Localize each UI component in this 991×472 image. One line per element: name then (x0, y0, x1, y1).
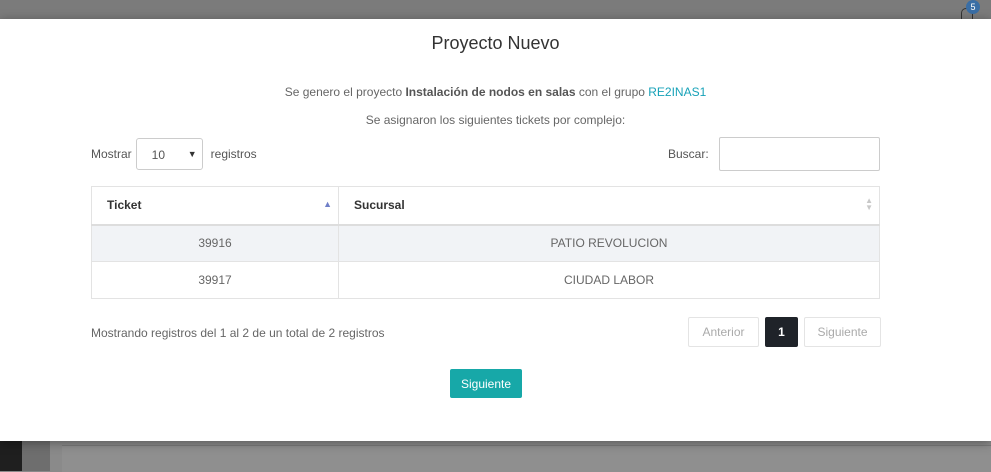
table-row: 39916 PATIO REVOLUCION (91, 224, 880, 262)
project-name: Instalación de nodos en salas (405, 85, 576, 99)
tickets-table: Ticket ▲ Sucursal ▲ ▼ 39916 PATIO REVOLUC… (91, 186, 880, 299)
column-label-ticket: Ticket (107, 198, 142, 213)
project-info: Se genero el proyecto Instalación de nod… (0, 85, 991, 99)
background-topbar (0, 0, 991, 19)
project-info-prefix: Se genero el proyecto (284, 85, 406, 99)
table-row: 39917 CIUDAD LABOR (91, 261, 880, 299)
sort-ascending-icon: ▲ (323, 199, 332, 209)
tickets-note: Se asignaron los siguientes tickets por … (365, 113, 626, 127)
length-label-before: Mostrar (91, 147, 132, 161)
project-info-mid: con el grupo (575, 85, 649, 99)
chevron-down-icon: ▼ (187, 149, 197, 159)
next-page-button[interactable]: Siguiente (804, 317, 881, 347)
group-name: RE2INAS1 (648, 85, 707, 99)
branch-cell: CIUDAD LABOR (338, 261, 880, 299)
notification-bell[interactable]: 5 (961, 0, 980, 20)
column-label-sucursal: Sucursal (354, 198, 405, 213)
background-panel (62, 445, 991, 472)
page-length-select[interactable]: 10 ▼ (135, 138, 203, 170)
search-control: Buscar: (668, 137, 880, 171)
new-project-modal: Proyecto Nuevo Se genero el proyecto Ins… (0, 19, 991, 441)
column-header-sucursal[interactable]: Sucursal ▲ ▼ (338, 186, 880, 226)
previous-page-button[interactable]: Anterior (688, 317, 759, 347)
ticket-cell: 39917 (91, 261, 339, 299)
modal-title: Proyecto Nuevo (431, 33, 560, 53)
page-1-button[interactable]: 1 (765, 317, 798, 347)
search-input[interactable] (718, 137, 880, 171)
length-label-after: registros (210, 147, 257, 161)
next-step-button[interactable]: Siguiente (450, 369, 522, 398)
ticket-cell: 39916 (91, 224, 339, 262)
notification-badge: 5 (966, 0, 980, 14)
branch-cell: PATIO REVOLUCION (338, 224, 880, 262)
pagination: Anterior 1 Siguiente (688, 317, 881, 347)
column-header-ticket[interactable]: Ticket ▲ (91, 186, 339, 226)
background-sidebar-edge (22, 441, 50, 471)
page-length-value: 10 (151, 148, 166, 162)
background-sidebar (0, 441, 22, 471)
sort-both-icon: ▲ ▼ (865, 196, 873, 212)
page-length-control: Mostrar 10 ▼ registros (91, 137, 257, 171)
search-label: Buscar: (668, 147, 709, 161)
table-info: Mostrando registros del 1 al 2 de un tot… (91, 326, 385, 340)
